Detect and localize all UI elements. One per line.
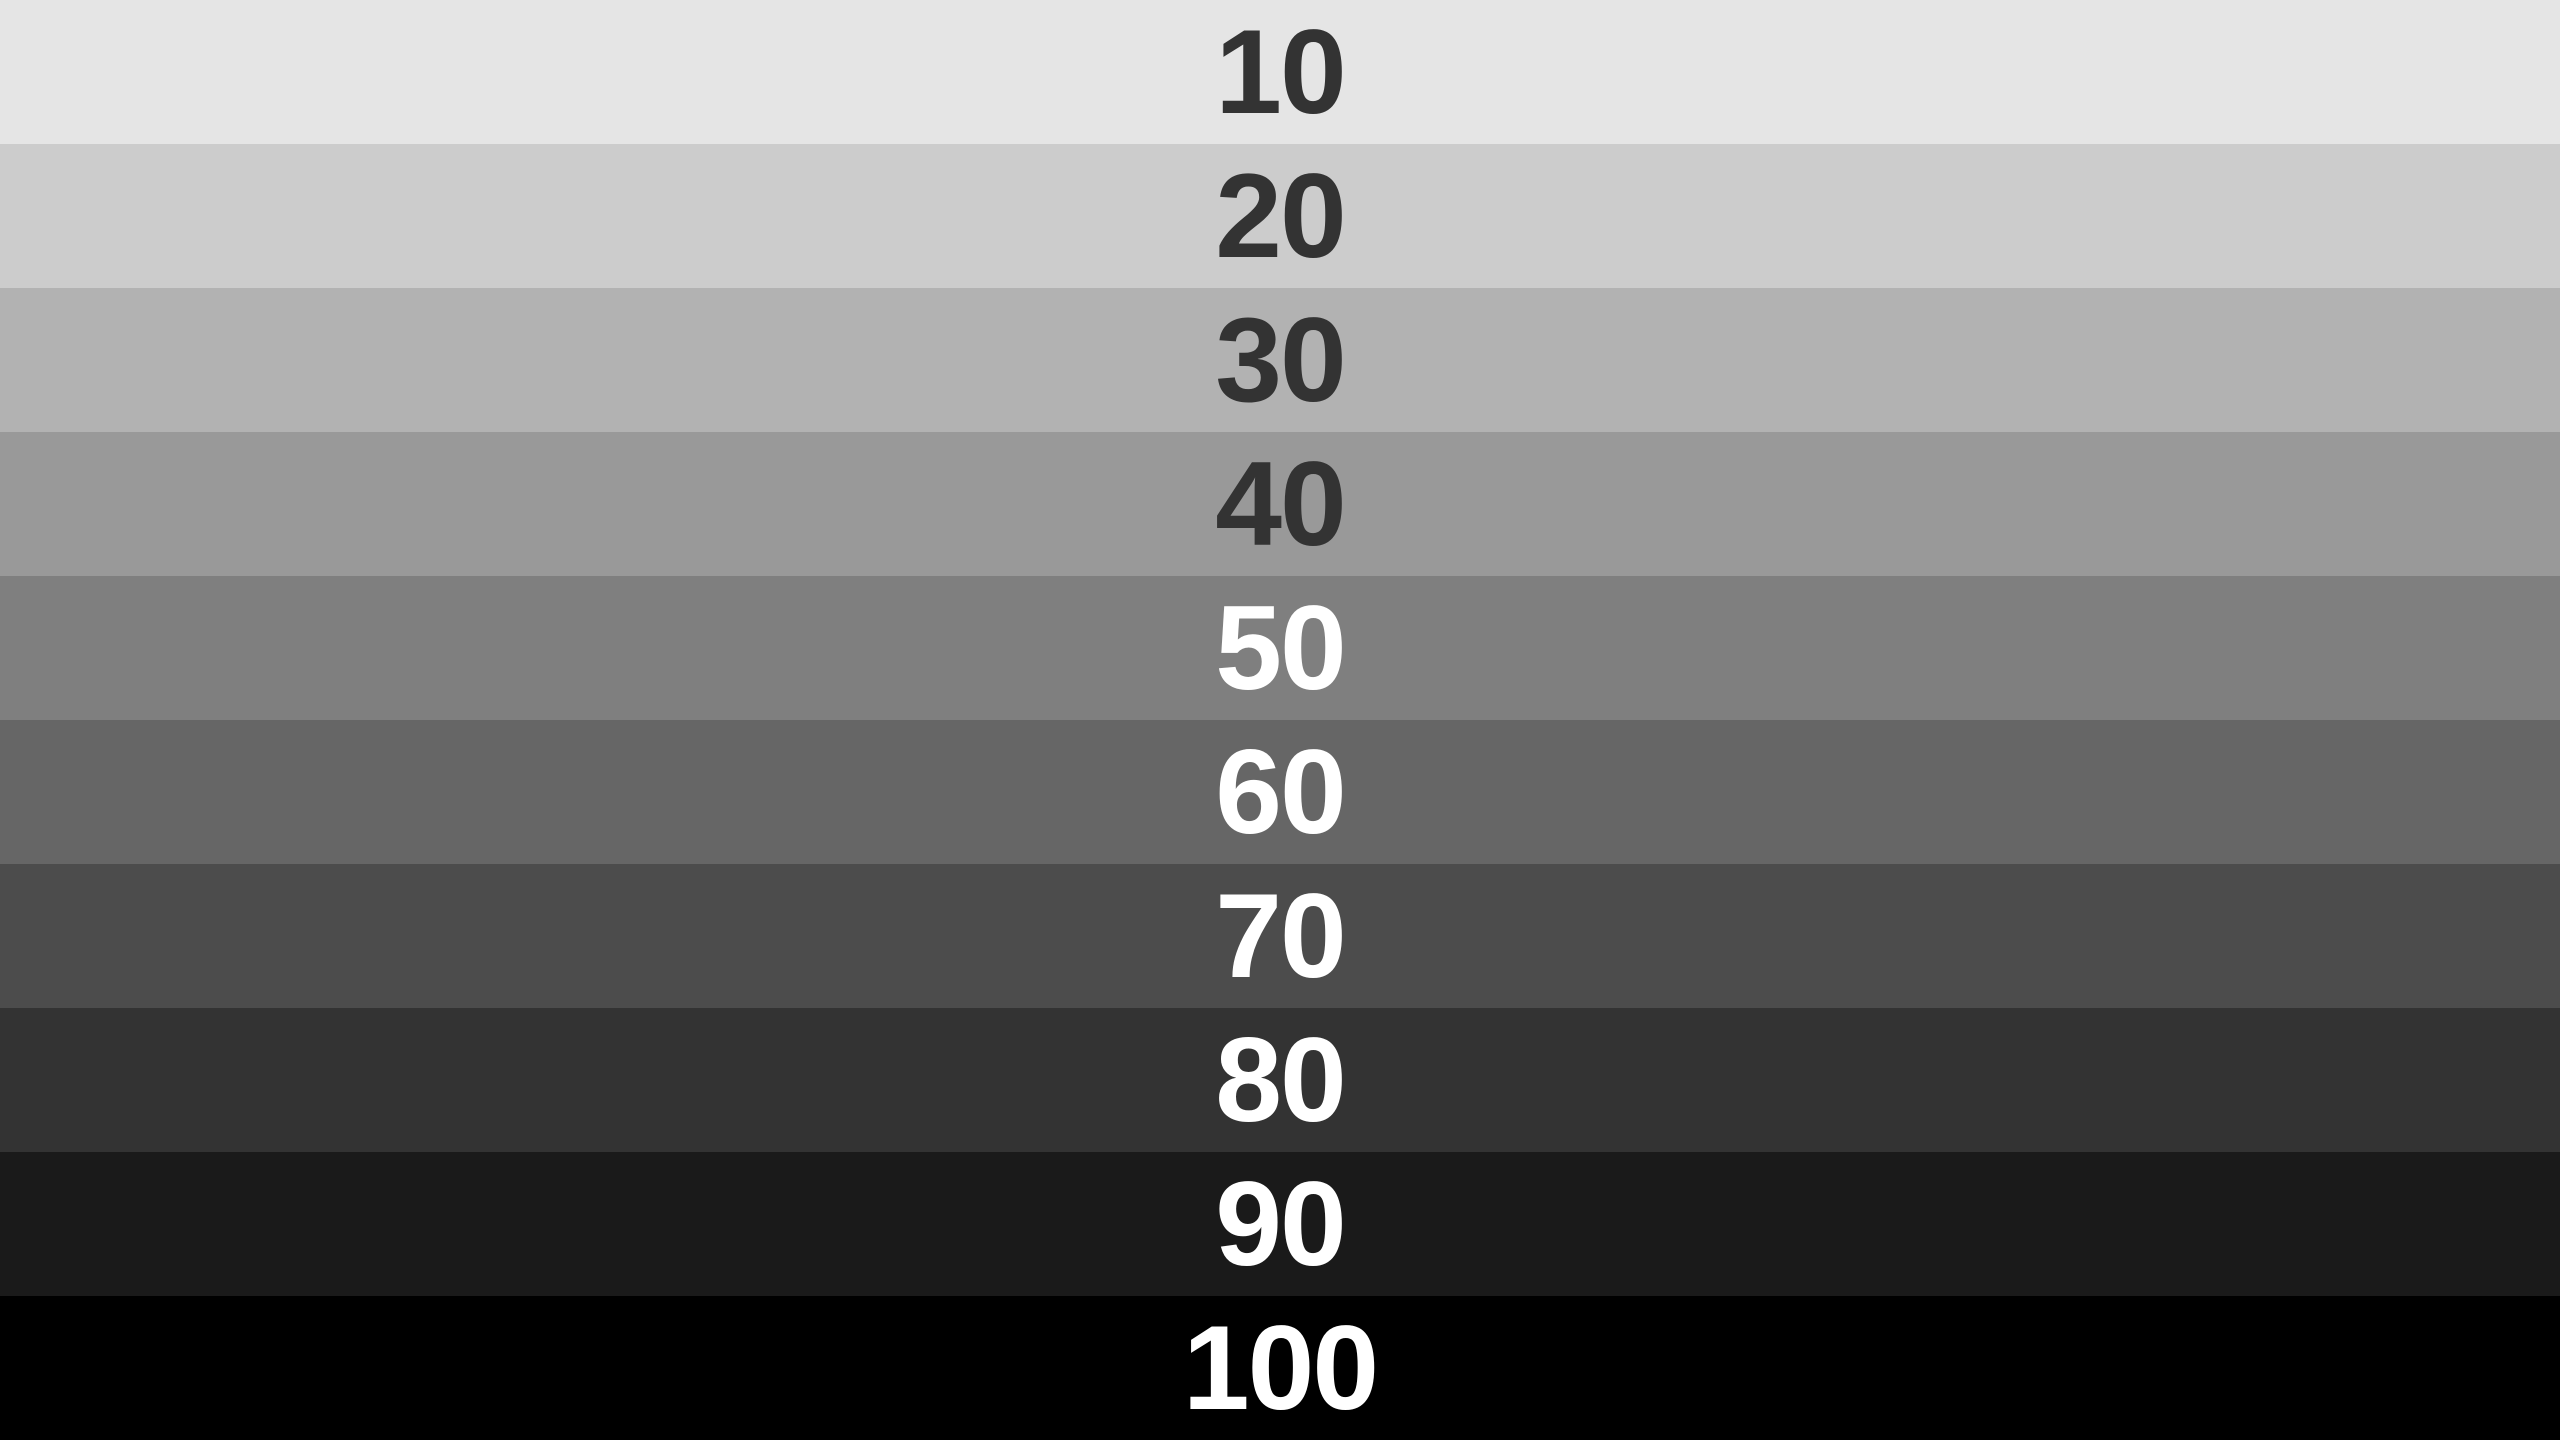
swatch-label-60: 60 [1215,725,1346,859]
swatch-label-90: 90 [1215,1157,1346,1291]
swatch-band-10: 10 [0,0,2560,144]
swatch-band-70: 70 [0,864,2560,1008]
swatch-label-70: 70 [1215,869,1346,1003]
swatch-label-50: 50 [1215,581,1346,715]
swatch-band-60: 60 [0,720,2560,864]
swatch-label-100: 100 [1182,1301,1379,1435]
gray-scale-swatch-stack: 10 20 30 40 50 60 70 80 90 100 [0,0,2560,1440]
swatch-band-20: 20 [0,144,2560,288]
swatch-band-100: 100 [0,1296,2560,1440]
swatch-label-40: 40 [1215,437,1346,571]
swatch-label-80: 80 [1215,1013,1346,1147]
swatch-label-20: 20 [1215,149,1346,283]
swatch-band-40: 40 [0,432,2560,576]
swatch-band-80: 80 [0,1008,2560,1152]
swatch-band-50: 50 [0,576,2560,720]
swatch-band-30: 30 [0,288,2560,432]
swatch-label-30: 30 [1215,293,1346,427]
swatch-label-10: 10 [1215,5,1346,139]
swatch-band-90: 90 [0,1152,2560,1296]
